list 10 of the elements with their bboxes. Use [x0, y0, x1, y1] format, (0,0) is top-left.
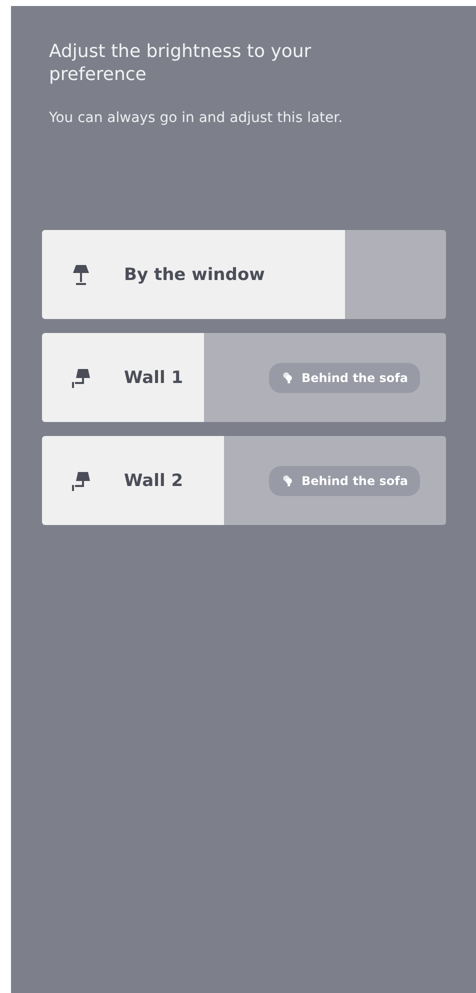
brightness-slider[interactable]: Wall 1 Behind the sofa — [42, 333, 446, 422]
page-subtitle: You can always go in and adjust this later. — [49, 110, 344, 126]
room-tag: Behind the sofa — [269, 362, 420, 392]
brightness-slider[interactable]: By the window — [42, 230, 446, 319]
page-title: Adjust the brightness to your preference — [49, 40, 312, 86]
light-name: By the window — [124, 264, 265, 284]
light-name: Wall 2 — [124, 470, 184, 490]
brightness-slider[interactable]: Wall 2 Behind the sofa — [42, 436, 446, 525]
light-name: Wall 1 — [124, 368, 184, 388]
room-tag: Behind the sofa — [269, 466, 420, 496]
